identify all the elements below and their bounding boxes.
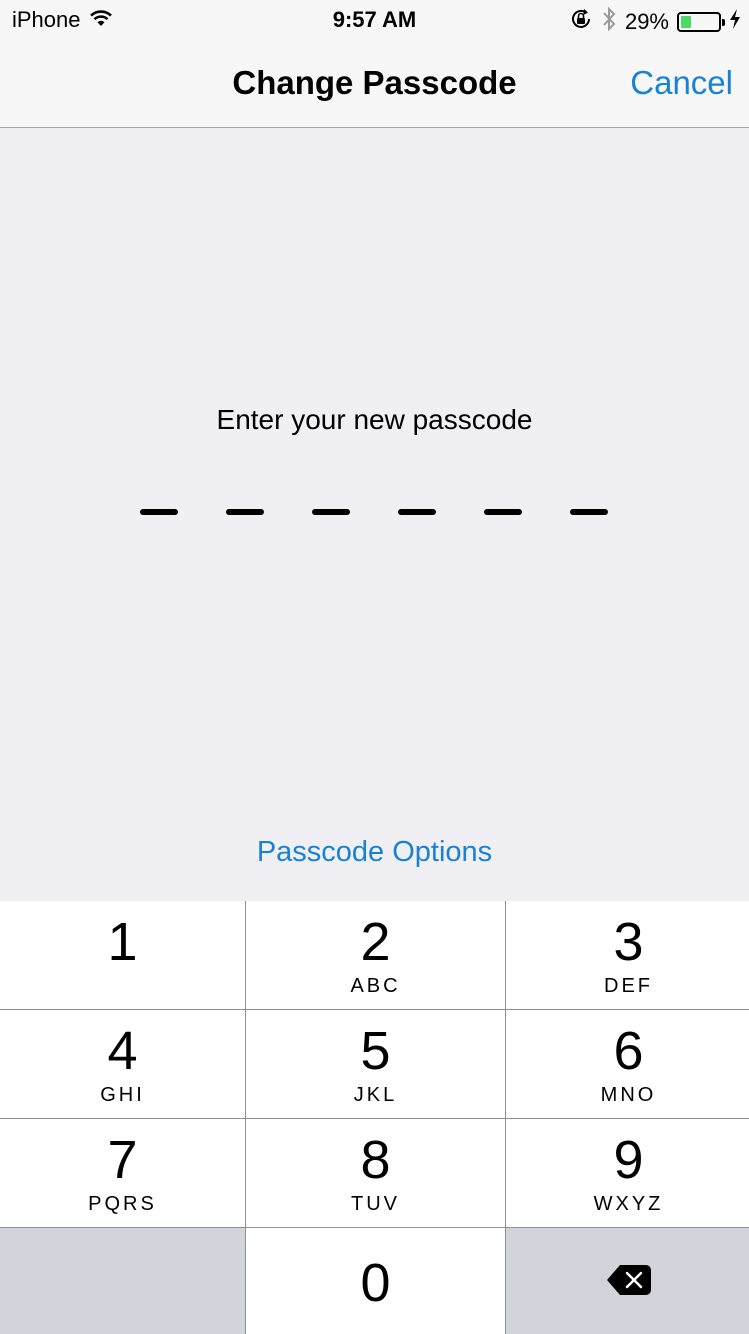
key-digit: 2: [360, 912, 391, 972]
passcode-options-container: Passcode Options: [0, 836, 749, 869]
key-letters: ABC: [350, 975, 401, 997]
battery-percent: 29%: [624, 9, 669, 34]
bluetooth-icon: [601, 6, 617, 38]
key-letters: JKL: [353, 1084, 398, 1106]
passcode-input: [140, 509, 608, 515]
passcode-prompt: Enter your new passcode: [216, 404, 533, 435]
status-right: 29%: [569, 6, 741, 38]
key-5[interactable]: 5 JKL: [246, 1010, 505, 1118]
backspace-icon: [606, 1264, 652, 1301]
key-letters: MNO: [600, 1084, 657, 1106]
key-digit: 7: [107, 1130, 138, 1190]
key-6[interactable]: 6 MNO: [506, 1010, 749, 1118]
passcode-digit-slot: [140, 509, 178, 515]
key-digit: 1: [107, 912, 138, 972]
cancel-button[interactable]: Cancel: [630, 64, 733, 102]
carrier-group: iPhone: [12, 7, 113, 33]
battery-nub: [722, 19, 725, 26]
passcode-digit-slot: [226, 509, 264, 515]
status-bar: iPhone 9:57 AM 29%: [0, 0, 749, 40]
passcode-digit-slot: [570, 509, 608, 515]
key-letters: PQRS: [88, 1193, 157, 1215]
key-digit: 5: [360, 1021, 391, 1081]
battery-icon: [677, 12, 725, 32]
key-letters: WXYZ: [593, 1193, 664, 1215]
charging-bolt-icon: [729, 9, 741, 35]
key-3[interactable]: 3 DEF: [506, 901, 749, 1009]
passcode-digit-slot: [398, 509, 436, 515]
wifi-icon: [89, 7, 113, 33]
numeric-keypad: 1 2 ABC 3 DEF 4 GHI 5 JKL 6 MNO 7 PQRS 8…: [0, 901, 749, 1334]
key-letters: TUV: [351, 1193, 400, 1215]
passcode-digit-slot: [312, 509, 350, 515]
delete-button[interactable]: [506, 1228, 749, 1334]
key-1[interactable]: 1: [0, 901, 245, 1009]
key-letters: GHI: [100, 1084, 145, 1106]
orientation-lock-icon: [569, 7, 593, 37]
key-digit: 8: [360, 1130, 391, 1190]
key-4[interactable]: 4 GHI: [0, 1010, 245, 1118]
passcode-digit-slot: [484, 509, 522, 515]
key-digit: 0: [360, 1253, 391, 1313]
key-2[interactable]: 2 ABC: [246, 901, 505, 1009]
key-digit: 4: [107, 1021, 138, 1081]
key-9[interactable]: 9 WXYZ: [506, 1119, 749, 1227]
key-0[interactable]: 0: [246, 1228, 505, 1334]
key-blank: [0, 1228, 245, 1334]
navigation-bar: Change Passcode Cancel: [0, 40, 749, 128]
key-digit: 6: [613, 1021, 644, 1081]
key-digit: 3: [613, 912, 644, 972]
key-7[interactable]: 7 PQRS: [0, 1119, 245, 1227]
carrier-label: iPhone: [12, 7, 81, 32]
key-8[interactable]: 8 TUV: [246, 1119, 505, 1227]
key-letters: DEF: [604, 975, 653, 997]
passcode-options-button[interactable]: Passcode Options: [257, 836, 492, 868]
key-digit: 9: [613, 1130, 644, 1190]
battery-fill: [681, 16, 692, 28]
